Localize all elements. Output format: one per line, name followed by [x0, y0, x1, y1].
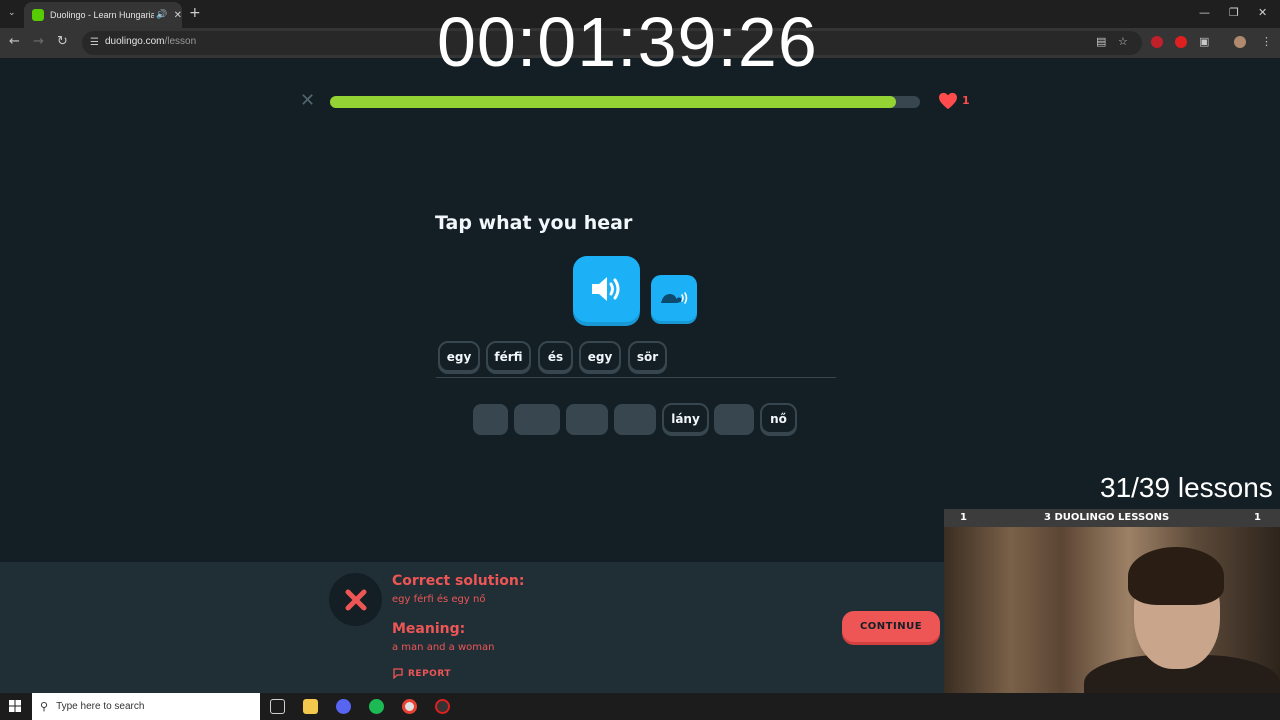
- answer-tile[interactable]: egy: [579, 341, 621, 372]
- url-domain: duolingo.com: [105, 36, 165, 47]
- word-bank-empty-slot: [614, 404, 656, 435]
- turtle-icon: [661, 292, 688, 304]
- search-icon: ⚲: [40, 700, 49, 713]
- answer-tile[interactable]: egy: [438, 341, 480, 372]
- tab-close-icon[interactable]: ✕: [174, 10, 182, 21]
- forward-arrow-icon[interactable]: →: [33, 35, 44, 49]
- windows-start-icon[interactable]: [9, 700, 21, 712]
- url-path: /lesson: [164, 36, 197, 47]
- site-info-icon[interactable]: ☰: [90, 37, 99, 48]
- profile-avatar[interactable]: [1234, 36, 1246, 48]
- word-bank-tile[interactable]: nő: [760, 403, 797, 434]
- word-bank-empty-slot: [714, 404, 754, 435]
- taskbar-search-placeholder: Type here to search: [56, 701, 145, 712]
- play-audio-button[interactable]: [573, 256, 640, 322]
- incorrect-badge: [329, 573, 382, 626]
- word-bank-empty-slot: [566, 404, 608, 435]
- speedrun-timer: 00:01:39:26: [437, 3, 818, 81]
- speaker-icon: [591, 277, 619, 301]
- adblock-extension-icon[interactable]: [1151, 36, 1163, 48]
- windows-taskbar: ⚲ Type here to search: [0, 693, 1280, 720]
- word-bank-tile[interactable]: lány: [662, 403, 709, 434]
- meaning-text: a man and a woman: [392, 642, 495, 653]
- report-button[interactable]: REPORT: [392, 668, 451, 679]
- heart-icon: [939, 92, 957, 110]
- chrome-icon[interactable]: [402, 699, 417, 714]
- discord-icon[interactable]: [336, 699, 351, 714]
- minimize-icon[interactable]: —: [1199, 6, 1210, 19]
- webcam-right-number: 1: [1254, 512, 1261, 523]
- duolingo-favicon-icon: [32, 9, 44, 21]
- correct-solution-text: egy férfi és egy nő: [392, 594, 486, 605]
- answer-tile[interactable]: sör: [628, 341, 667, 372]
- bookmark-star-icon[interactable]: ☆: [1118, 35, 1128, 48]
- lesson-progress-fill: [330, 96, 897, 108]
- restore-icon[interactable]: ❐: [1229, 6, 1239, 19]
- continue-button[interactable]: CONTINUE: [842, 611, 940, 642]
- word-bank-empty-slot: [514, 404, 560, 435]
- challenge-prompt: Tap what you hear: [435, 212, 633, 234]
- new-tab-button[interactable]: +: [189, 6, 201, 20]
- task-view-icon[interactable]: [270, 699, 285, 714]
- webcam-left-number: 1: [960, 512, 967, 523]
- extension-red-icon[interactable]: [1175, 36, 1187, 48]
- hearts-count: 1: [962, 94, 970, 107]
- install-app-icon[interactable]: ▤: [1096, 35, 1106, 48]
- taskbar-search-box[interactable]: ⚲ Type here to search: [32, 693, 260, 720]
- tab-list-chevron-icon[interactable]: ⌄: [8, 8, 16, 18]
- back-arrow-icon[interactable]: ←: [9, 35, 20, 49]
- browser-menu-icon[interactable]: ⋮: [1261, 35, 1272, 48]
- flag-icon: [393, 668, 403, 679]
- webcam-title: 3 DUOLINGO LESSONS: [1044, 512, 1170, 523]
- url-text[interactable]: duolingo.com/lesson: [105, 36, 196, 47]
- lesson-progress-bar: [330, 96, 920, 108]
- report-label: REPORT: [408, 668, 451, 679]
- browser-tab[interactable]: Duolingo - Learn Hungarian 🔊 ✕: [24, 2, 182, 28]
- webcam-title-bar: 1 3 DUOLINGO LESSONS 1: [944, 509, 1280, 527]
- close-lesson-icon[interactable]: ✕: [300, 92, 315, 110]
- extensions-puzzle-icon[interactable]: ▣: [1199, 35, 1209, 48]
- speaker-audio-icon[interactable]: 🔊: [156, 10, 167, 20]
- answer-tile[interactable]: és: [538, 341, 573, 372]
- webcam-feed: [944, 527, 1280, 717]
- play-slow-audio-button[interactable]: [651, 275, 697, 321]
- spotify-icon[interactable]: [369, 699, 384, 714]
- tab-title: Duolingo - Learn Hungarian: [50, 10, 155, 20]
- obs-icon[interactable]: [435, 699, 450, 714]
- meaning-heading: Meaning:: [392, 621, 466, 637]
- answer-tile[interactable]: férfi: [486, 341, 531, 372]
- file-explorer-icon[interactable]: [303, 699, 318, 714]
- word-bank-empty-slot: [473, 404, 508, 435]
- window-close-icon[interactable]: ✕: [1258, 6, 1267, 19]
- webcam-person-hair: [1128, 547, 1224, 605]
- correct-solution-heading: Correct solution:: [392, 573, 525, 589]
- lessons-counter: 31/39 lessons: [1100, 472, 1273, 503]
- incorrect-x-icon: [345, 589, 366, 610]
- reload-icon[interactable]: ↻: [57, 35, 68, 49]
